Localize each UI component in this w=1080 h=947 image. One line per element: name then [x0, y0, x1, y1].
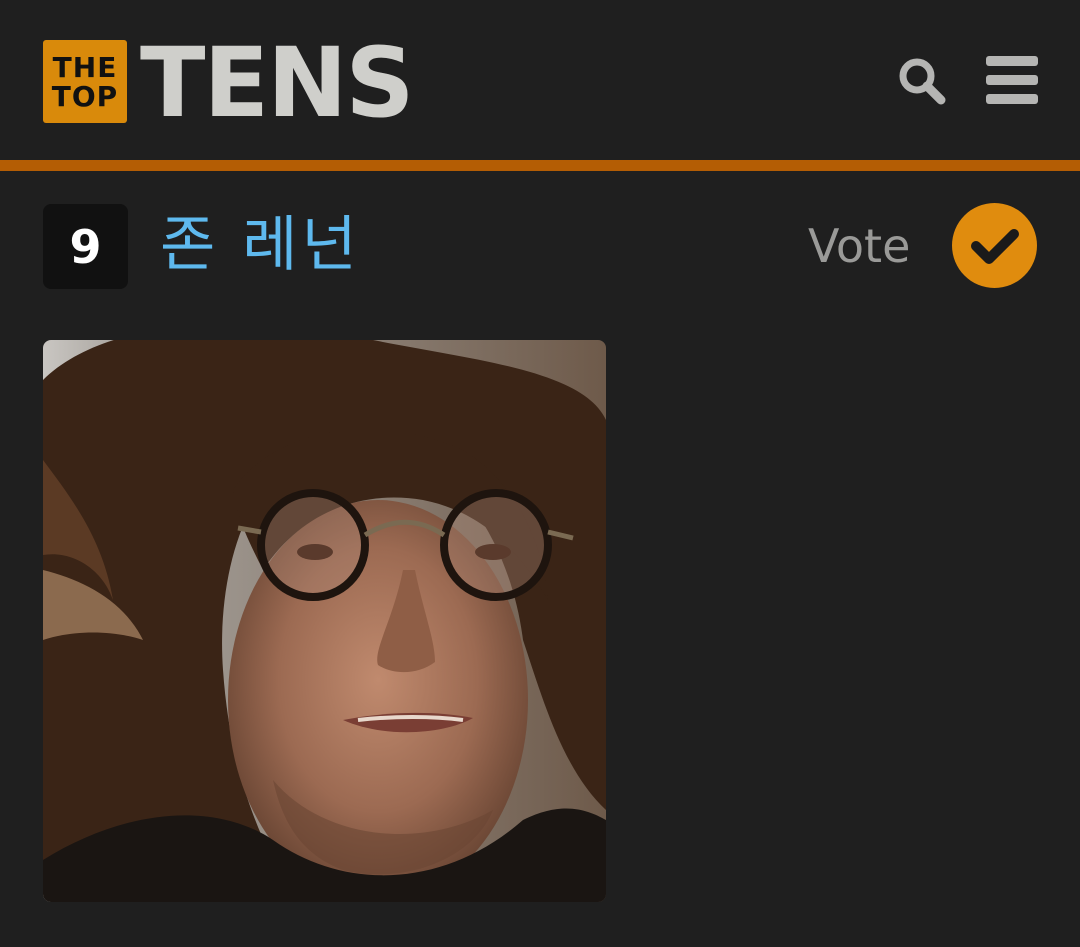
menu-button[interactable] [986, 56, 1038, 104]
logo-text-the: THE [52, 50, 118, 84]
item-title-link[interactable]: 존 레넌 [160, 205, 361, 285]
vote-button[interactable] [952, 203, 1037, 288]
portrait-image [43, 340, 606, 902]
checkmark-icon [971, 229, 1019, 264]
vote-label[interactable]: Vote [808, 210, 910, 282]
rank-badge: 9 [43, 204, 128, 289]
logo-text-top: TOP [51, 79, 119, 113]
logo-badge[interactable]: THE TOP [43, 40, 127, 123]
item-photo[interactable] [43, 340, 606, 902]
search-icon [899, 58, 946, 105]
site-header: THE TOP TENS [0, 0, 1080, 160]
header-divider [0, 160, 1080, 171]
logo-wordmark[interactable]: TENS [140, 28, 415, 138]
hamburger-menu-icon [986, 56, 1038, 104]
search-button[interactable] [896, 55, 946, 105]
